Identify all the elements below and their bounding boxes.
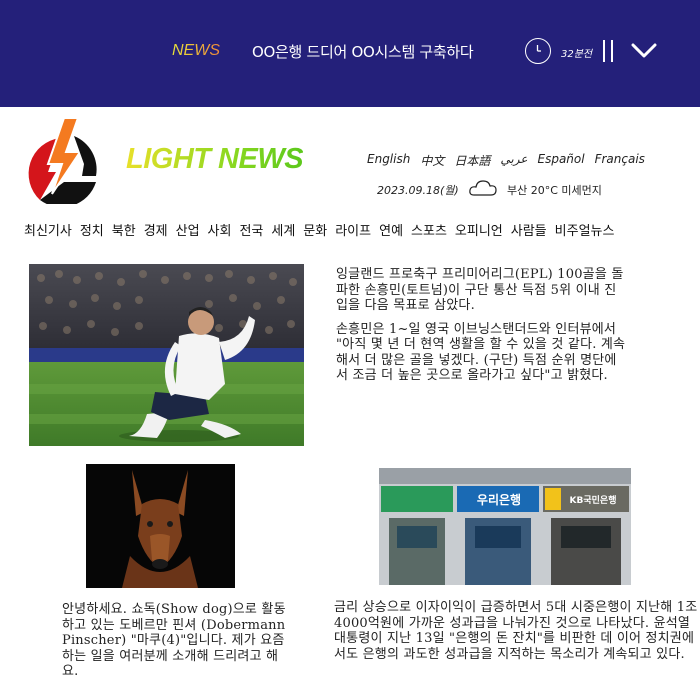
lang-english[interactable]: English [367,152,410,169]
lang-french[interactable]: Français [595,152,645,169]
time-ago: 32분전 [561,49,593,60]
nav-item-nation[interactable]: 전국 [239,220,263,239]
article-sports-body: 잉글랜드 프로축구 프리미어리그(EPL) 100골을 돌파한 손흥민(토트넘)… [336,267,628,392]
clock-icon [525,38,551,64]
nav-item-politics[interactable]: 정치 [80,220,104,239]
ticker-headline[interactable]: OO은행 드디어 OO시스템 구축하다 [252,41,474,62]
current-date: 2023.09.18(월) [377,184,459,197]
language-selector: English 中文 日本語 عربي Español Français [367,152,655,169]
nav-item-visual-news[interactable]: 비주얼뉴스 [555,220,615,239]
site-logo-text[interactable]: LIGHT NEWS [126,143,304,176]
top-bar: NEWS OO은행 드디어 OO시스템 구축하다 32분전 [0,0,700,107]
bank-sign-kb: KB국민은행 [570,494,617,506]
cloud-icon [468,179,498,197]
news-ticker-label: NEWS [172,42,220,59]
article-paragraph: 손흥민은 1~일 영국 이브닝스탠더드와 인터뷰에서 "아직 몇 년 더 현역 … [336,321,626,384]
nav-item-economy[interactable]: 경제 [144,220,168,239]
nav-item-opinion[interactable]: 오피니언 [455,220,503,239]
article-dog-body: 안녕하세요. 쇼독(Show dog)으로 활동하고 있는 도베르만 핀셔 (D… [62,602,290,688]
nav-item-society[interactable]: 사회 [208,220,232,239]
nav-item-north-korea[interactable]: 북한 [112,220,136,239]
lang-arabic[interactable]: عربي [500,152,527,169]
weather-info: 부산 20°C 미세먼지 [507,184,602,197]
logo-icon[interactable] [22,114,100,208]
lang-chinese[interactable]: 中文 [420,152,444,169]
bank-atm-photo[interactable]: 우리은행 KB국민은행 [379,468,631,585]
divider [603,40,605,62]
doberman-photo[interactable] [86,464,235,588]
nav-item-sports[interactable]: 스포츠 [411,220,447,239]
divider [611,40,613,62]
nav-item-culture[interactable]: 문화 [303,220,327,239]
bank-sign-woori: 우리은행 [477,492,521,507]
lang-spanish[interactable]: Español [538,152,585,169]
nav-item-world[interactable]: 세계 [271,220,295,239]
football-photo[interactable] [29,264,304,446]
article-paragraph: 안녕하세요. 쇼독(Show dog)으로 활동하고 있는 도베르만 핀셔 (D… [62,602,286,679]
category-nav: 최신기사 정치 북한 경제 산업 사회 전국 세계 문화 라이프 연예 스포츠 … [24,220,622,239]
article-bank-body: 금리 상승으로 이자이익이 급증하면서 5대 시중은행이 지난해 1조4000억… [334,600,698,670]
article-paragraph: 금리 상승으로 이자이익이 급증하면서 5대 시중은행이 지난해 1조4000억… [334,600,698,662]
nav-item-people[interactable]: 사람들 [511,220,547,239]
lang-japanese[interactable]: 日本語 [454,152,490,169]
chevron-down-icon[interactable] [628,36,660,66]
article-paragraph: 잉글랜드 프로축구 프리미어리그(EPL) 100골을 돌파한 손흥민(토트넘)… [336,267,624,313]
nav-item-industry[interactable]: 산업 [176,220,200,239]
nav-item-life[interactable]: 라이프 [335,220,371,239]
nav-item-latest[interactable]: 최신기사 [24,220,72,239]
nav-item-entertainment[interactable]: 연예 [379,220,403,239]
